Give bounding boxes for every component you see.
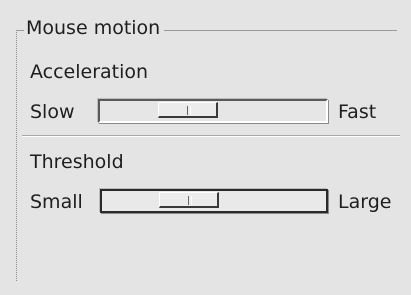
threshold-small-label: Small: [30, 191, 83, 213]
slider-grip-icon: [187, 196, 192, 205]
acceleration-slider[interactable]: [98, 99, 328, 123]
acceleration-label: Acceleration: [30, 61, 149, 83]
acceleration-fast-label: Fast: [338, 101, 377, 123]
section-separator: [22, 135, 400, 137]
threshold-large-label: Large: [338, 191, 392, 213]
mouse-motion-group-title: Mouse motion: [24, 16, 165, 40]
mouse-settings-panel: Mouse motion Acceleration Slow Fast Thre…: [0, 0, 411, 295]
threshold-slider[interactable]: [100, 189, 328, 213]
threshold-label: Threshold: [30, 151, 124, 173]
threshold-slider-thumb[interactable]: [159, 192, 219, 208]
slider-grip-icon: [186, 106, 191, 115]
acceleration-slow-label: Slow: [30, 101, 75, 123]
acceleration-slider-thumb[interactable]: [158, 102, 218, 118]
